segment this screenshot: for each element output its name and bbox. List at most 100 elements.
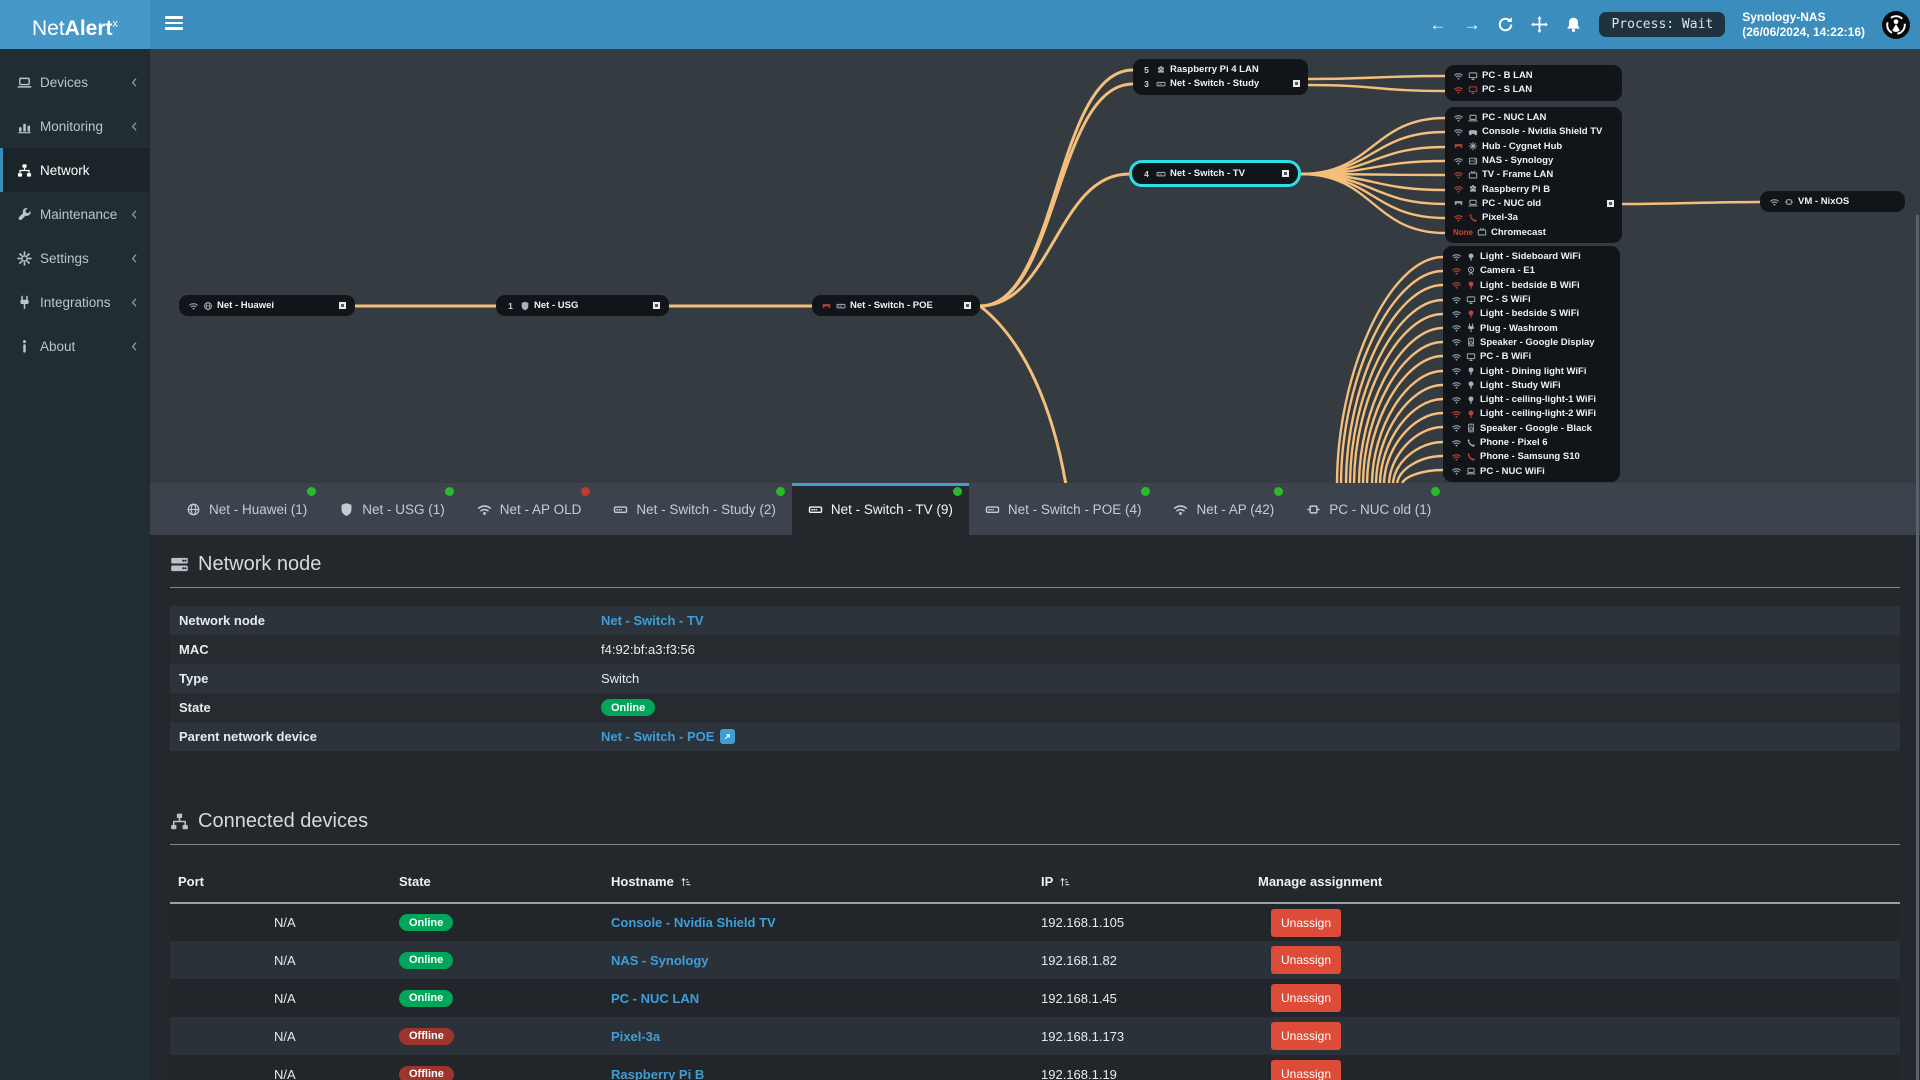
node-row-raspberry-pi-4-lan[interactable]: 5 Raspberry Pi 4 LAN	[1141, 63, 1300, 77]
detail-link[interactable]: Net - Switch - TV	[601, 613, 704, 628]
node-row-raspberry-pi-b[interactable]: Raspberry Pi B	[1453, 182, 1614, 196]
node-row-net-usg[interactable]: 1 Net - USG	[505, 299, 660, 313]
sidebar-item-label: Maintenance	[40, 206, 118, 222]
node-row-nas-synology[interactable]: NAS - Synology	[1453, 153, 1614, 167]
node-row-net-switch-study[interactable]: 3 Net - Switch - Study	[1141, 77, 1300, 91]
sidebar-item-monitoring[interactable]: Monitoring	[0, 104, 150, 148]
tab-net-ap-old[interactable]: Net - AP OLD	[461, 483, 598, 535]
hostname-link[interactable]: Pixel-3a	[611, 1029, 660, 1044]
switch-icon	[985, 502, 1000, 517]
nav-back-icon[interactable]: ←	[1429, 16, 1446, 33]
sort-icon[interactable]	[1059, 876, 1071, 888]
connector-handle[interactable]	[1293, 80, 1300, 88]
column-header-ip[interactable]: IP	[1033, 865, 1250, 904]
column-header-state[interactable]: State	[391, 865, 603, 904]
unassign-button[interactable]: Unassign	[1271, 1022, 1342, 1050]
chevron-left-icon	[129, 297, 140, 308]
node-net-huawei[interactable]: Net - Huawei	[179, 295, 355, 317]
node-row-pixel-3a[interactable]: Pixel-3a	[1453, 211, 1614, 225]
node-row-vm-nixos[interactable]: VM - NixOS	[1769, 195, 1896, 209]
connector-handle[interactable]	[1282, 170, 1289, 178]
node-row-pc-nuc-old[interactable]: PC - NUC old	[1453, 196, 1614, 210]
nav-forward-icon[interactable]: →	[1463, 16, 1480, 33]
node-row-pc-s-lan[interactable]: PC - S LAN	[1453, 83, 1614, 97]
node-row-light-dining-light-wifi[interactable]: Light - Dining light WiFi	[1451, 364, 1612, 378]
hostname-link[interactable]: PC - NUC LAN	[611, 991, 699, 1006]
node-ap-children-group[interactable]: Light - Sideboard WiFi Camera - E1 Light -…	[1443, 246, 1620, 482]
node-row-pc-nuc-wifi[interactable]: PC - NUC WiFi	[1451, 464, 1612, 478]
node-row-phone-pixel-6[interactable]: Phone - Pixel 6	[1451, 435, 1612, 449]
status-dot	[1431, 487, 1441, 496]
node-net-usg[interactable]: 1 Net - USG	[496, 295, 669, 317]
switch-icon	[1156, 79, 1166, 89]
node-row-console-nvidia-shield-tv[interactable]: Console - Nvidia Shield TV	[1453, 125, 1614, 139]
node-row-hub-cygnet-hub[interactable]: Hub - Cygnet Hub	[1453, 139, 1614, 153]
connector-handle[interactable]	[1607, 199, 1614, 207]
refresh-icon[interactable]	[1497, 16, 1514, 33]
node-row-pc-nuc-lan[interactable]: PC - NUC LAN	[1453, 111, 1614, 125]
unassign-button[interactable]: Unassign	[1271, 1060, 1342, 1080]
notifications-bell-icon[interactable]	[1565, 16, 1582, 33]
tab-net-switch-tv-9[interactable]: Net - Switch - TV (9)	[791, 483, 969, 535]
unassign-button[interactable]: Unassign	[1271, 908, 1342, 937]
node-row-light-study-wifi[interactable]: Light - Study WiFi	[1451, 378, 1612, 392]
column-header-hostname[interactable]: Hostname	[603, 865, 1033, 904]
detail-link[interactable]: Net - Switch - POE	[601, 729, 714, 744]
node-row-net-switch-poe[interactable]: Net - Switch - POE	[821, 299, 971, 313]
node-row-net-switch-tv[interactable]: 4 Net - Switch - TV	[1141, 167, 1289, 181]
node-study-group[interactable]: 5 Raspberry Pi 4 LAN 3 Net - Switch - Study	[1133, 59, 1308, 95]
connector-handle[interactable]	[339, 302, 346, 310]
tab-net-switch-poe-4[interactable]: Net - Switch - POE (4)	[969, 483, 1158, 535]
tab-net-huawei-1[interactable]: Net - Huawei (1)	[170, 483, 323, 535]
sort-icon[interactable]	[680, 876, 692, 888]
sidebar-item-settings[interactable]: Settings	[0, 236, 150, 280]
connector-handle[interactable]	[653, 302, 660, 310]
hostname-link[interactable]: Console - Nvidia Shield TV	[611, 915, 776, 930]
network-diagram[interactable]: Net - Huawei 1 Net - USG Net - Switch - POE…	[150, 49, 1920, 483]
node-row-pc-b-wifi[interactable]: PC - B WiFi	[1451, 350, 1612, 364]
hostname-link[interactable]: Raspberry Pi B	[611, 1067, 704, 1080]
node-row-phone-samsung-s10[interactable]: Phone - Samsung S10	[1451, 450, 1612, 464]
unassign-button[interactable]: Unassign	[1271, 946, 1342, 974]
table-row-nas-synology: N/A Online NAS - Synology 192.168.1.82 Unass…	[170, 941, 1900, 979]
avatar[interactable]	[1882, 10, 1910, 39]
node-row-chromecast[interactable]: None Chromecast	[1453, 225, 1614, 239]
node-row-net-huawei[interactable]: Net - Huawei	[188, 299, 346, 313]
node-net-switch-poe[interactable]: Net - Switch - POE	[812, 295, 980, 317]
node-row-light-ceiling-light-1-wifi[interactable]: Light - ceiling-light-1 WiFi	[1451, 392, 1612, 406]
unassign-button[interactable]: Unassign	[1271, 984, 1342, 1012]
tab-net-switch-study-2[interactable]: Net - Switch - Study (2)	[597, 483, 792, 535]
tab-net-ap-42[interactable]: Net - AP (42)	[1157, 483, 1290, 535]
sidebar-toggle-button[interactable]	[165, 16, 183, 32]
node-vm-nixos[interactable]: VM - NixOS	[1760, 191, 1905, 213]
node-row-light-bedside-b-wifi[interactable]: Light - bedside B WiFi	[1451, 278, 1612, 292]
node-row-pc-s-wifi[interactable]: PC - S WiFi	[1451, 292, 1612, 306]
column-header-port[interactable]: Port	[170, 865, 391, 904]
tab-pc-nuc-old-1[interactable]: PC - NUC old (1)	[1290, 483, 1447, 535]
hostname-link[interactable]: NAS - Synology	[611, 953, 709, 968]
node-row-plug-washroom[interactable]: Plug - Washroom	[1451, 321, 1612, 335]
detail-row-type: Type Switch	[170, 664, 1900, 693]
page-scrollbar[interactable]	[1916, 215, 1919, 1080]
node-net-switch-tv[interactable]: 4 Net - Switch - TV	[1129, 160, 1301, 188]
node-row-light-sideboard-wifi[interactable]: Light - Sideboard WiFi	[1451, 250, 1612, 264]
sidebar-item-about[interactable]: About	[0, 324, 150, 368]
sidebar-item-network[interactable]: Network	[0, 148, 150, 192]
node-row-speaker-google-display[interactable]: Speaker - Google Display	[1451, 335, 1612, 349]
node-tv-children-group[interactable]: PC - NUC LAN Console - Nvidia Shield TV Hu…	[1445, 107, 1622, 243]
wifi-icon	[1453, 170, 1464, 180]
node-row-light-bedside-s-wifi[interactable]: Light - bedside S WiFi	[1451, 307, 1612, 321]
node-row-speaker-google-black[interactable]: Speaker - Google - Black	[1451, 421, 1612, 435]
external-link-icon[interactable]	[720, 729, 736, 744]
move-icon[interactable]	[1531, 16, 1548, 33]
node-row-light-ceiling-light-2-wifi[interactable]: Light - ceiling-light-2 WiFi	[1451, 407, 1612, 421]
sidebar-item-maintenance[interactable]: Maintenance	[0, 192, 150, 236]
connector-handle[interactable]	[964, 302, 971, 310]
node-row-pc-b-lan[interactable]: PC - B LAN	[1453, 69, 1614, 83]
tab-net-usg-1[interactable]: Net - USG (1)	[323, 483, 461, 535]
node-row-camera-e1[interactable]: Camera - E1	[1451, 264, 1612, 278]
node-row-tv-frame-lan[interactable]: TV - Frame LAN	[1453, 168, 1614, 182]
sidebar-item-integrations[interactable]: Integrations	[0, 280, 150, 324]
node-lan-group[interactable]: PC - B LAN PC - S LAN	[1445, 65, 1622, 101]
sidebar-item-devices[interactable]: Devices	[0, 60, 150, 104]
